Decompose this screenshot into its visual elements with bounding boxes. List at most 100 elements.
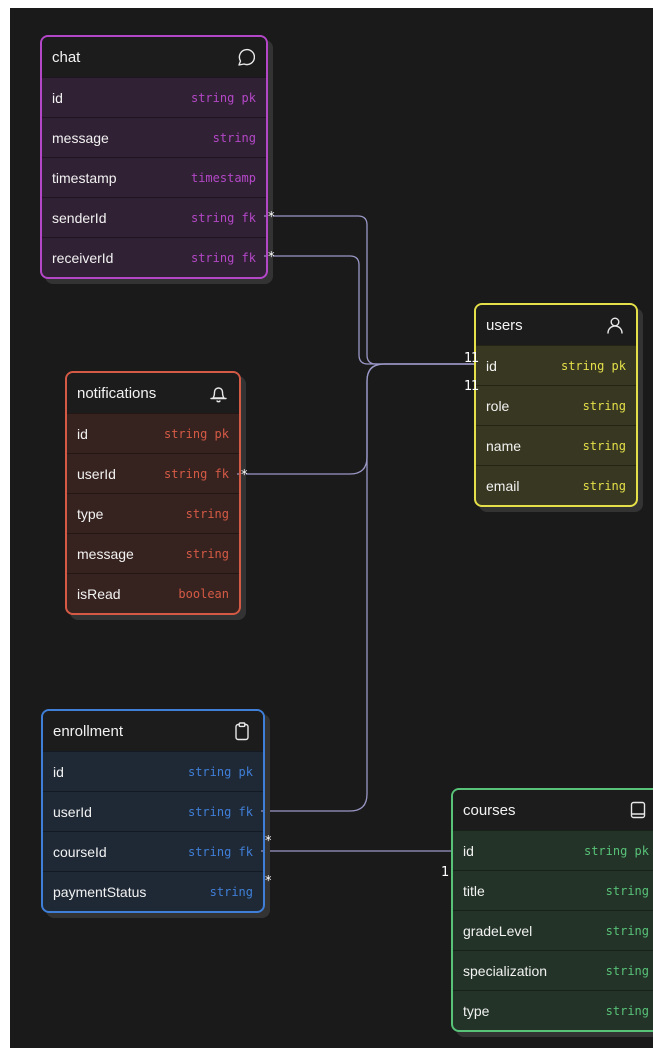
cardinality-many: * <box>268 210 275 225</box>
field-row-userId[interactable]: userId string fk <box>67 453 239 493</box>
entity-title: courses <box>463 801 516 819</box>
field-row-name[interactable]: name string <box>476 425 636 465</box>
field-type: string <box>185 546 229 561</box>
field-name: message <box>52 129 109 146</box>
field-row-timestamp[interactable]: timestamp timestamp <box>42 157 266 197</box>
link-chat-receiver-users <box>264 255 474 365</box>
field-row-userId[interactable]: userId string fk <box>43 791 263 831</box>
field-name: courseId <box>53 843 107 860</box>
entity-title: enrollment <box>53 722 124 740</box>
cardinality-many: * <box>268 250 275 265</box>
field-row-id[interactable]: id string pk <box>67 413 239 453</box>
field-name: name <box>486 437 522 454</box>
field-row-message[interactable]: message string <box>67 533 239 573</box>
field-name: gradeLevel <box>463 922 533 939</box>
field-row-id[interactable]: id string pk <box>43 751 263 791</box>
field-name: senderId <box>52 209 107 226</box>
field-name: userId <box>53 803 92 820</box>
field-type: string fk <box>187 804 253 819</box>
link-notifications-users <box>237 363 474 475</box>
field-row-type[interactable]: type string <box>67 493 239 533</box>
entity-header[interactable]: users <box>476 305 636 345</box>
entity-header[interactable]: courses <box>453 790 653 830</box>
clipboard-icon <box>231 720 253 742</box>
field-name: id <box>486 357 497 374</box>
user-icon <box>604 314 626 336</box>
entity-notifications[interactable]: notifications id string pk userId string fk t… <box>65 371 241 615</box>
link-enrollment-users <box>261 363 474 812</box>
field-row-type[interactable]: type string <box>453 990 653 1030</box>
field-type: string pk <box>163 426 229 441</box>
field-type: string <box>605 963 649 978</box>
field-type: string <box>212 130 256 145</box>
entity-title: chat <box>52 48 81 66</box>
cardinality-many: * <box>241 468 248 483</box>
field-name: role <box>486 397 510 414</box>
field-name: userId <box>77 465 116 482</box>
field-type: boolean <box>178 586 229 601</box>
field-row-paymentStatus[interactable]: paymentStatus string <box>43 871 263 911</box>
field-name: specialization <box>463 962 548 979</box>
field-name: isRead <box>77 585 121 602</box>
field-row-role[interactable]: role string <box>476 385 636 425</box>
entity-users[interactable]: users id string pk role string name string emai… <box>474 303 638 507</box>
field-type: string fk <box>190 210 256 225</box>
field-name: id <box>463 842 474 859</box>
field-name: message <box>77 545 134 562</box>
message-circle-icon <box>234 46 256 68</box>
field-row-email[interactable]: email string <box>476 465 636 505</box>
field-type: string <box>605 883 649 898</box>
entity-enrollment[interactable]: enrollment id string pk userId string fk cour… <box>41 709 265 913</box>
field-row-message[interactable]: message string <box>42 117 266 157</box>
field-type: string <box>605 1003 649 1018</box>
field-type: string pk <box>190 90 256 105</box>
field-name: receiverId <box>52 249 114 266</box>
field-name: email <box>486 477 520 494</box>
field-type: string <box>209 884 253 899</box>
field-type: string pk <box>187 764 253 779</box>
field-type: string <box>185 506 229 521</box>
field-name: timestamp <box>52 169 117 186</box>
field-type: timestamp <box>190 170 256 185</box>
diagram-canvas[interactable]: chat id string pk message string timestamp tim… <box>10 8 653 1048</box>
field-name: title <box>463 882 485 899</box>
field-row-gradeLevel[interactable]: gradeLevel string <box>453 910 653 950</box>
field-type: string <box>582 438 626 453</box>
field-row-receiverId[interactable]: receiverId string fk <box>42 237 266 277</box>
entity-chat[interactable]: chat id string pk message string timestamp tim… <box>40 35 268 279</box>
field-name: id <box>77 425 88 442</box>
book-icon <box>627 799 649 821</box>
field-type: string pk <box>583 843 649 858</box>
field-type: string <box>605 923 649 938</box>
field-row-id[interactable]: id string pk <box>42 77 266 117</box>
entity-header[interactable]: enrollment <box>43 711 263 751</box>
entity-title: notifications <box>77 384 157 402</box>
field-name: type <box>463 1002 490 1019</box>
field-type: string <box>582 398 626 413</box>
cardinality-many: * <box>265 834 272 849</box>
cardinality-one: 1 <box>471 351 480 366</box>
field-row-title[interactable]: title string <box>453 870 653 910</box>
field-name: id <box>52 89 63 106</box>
entity-header[interactable]: chat <box>42 37 266 77</box>
field-type: string fk <box>187 844 253 859</box>
field-row-courseId[interactable]: courseId string fk <box>43 831 263 871</box>
field-row-specialization[interactable]: specialization string <box>453 950 653 990</box>
entity-header[interactable]: notifications <box>67 373 239 413</box>
field-name: type <box>77 505 104 522</box>
link-chat-sender-users <box>264 215 474 365</box>
field-row-isRead[interactable]: isRead boolean <box>67 573 239 613</box>
field-row-senderId[interactable]: senderId string fk <box>42 197 266 237</box>
entity-title: users <box>486 316 523 334</box>
field-type: string <box>582 478 626 493</box>
field-row-id[interactable]: id string pk <box>476 345 636 385</box>
field-type: string pk <box>560 358 626 373</box>
field-name: paymentStatus <box>53 883 147 900</box>
field-row-id[interactable]: id string pk <box>453 830 653 870</box>
bell-icon <box>207 382 229 404</box>
cardinality-one: 1 <box>441 865 450 880</box>
cardinality-one: 1 <box>471 379 480 394</box>
field-type: string fk <box>163 466 229 481</box>
entity-courses[interactable]: courses id string pk title string gradeLevel s… <box>451 788 653 1032</box>
field-name: id <box>53 763 64 780</box>
